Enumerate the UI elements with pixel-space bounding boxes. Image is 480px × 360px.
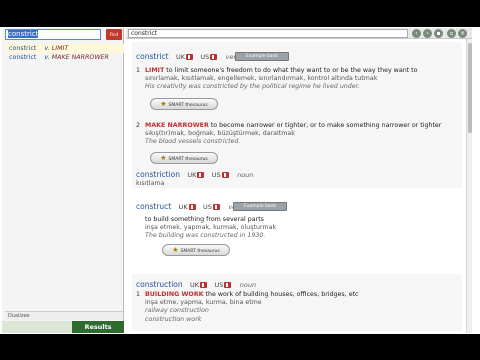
star-icon: ★: [160, 154, 167, 162]
definition: to limit someone's freedom to do what th…: [166, 67, 418, 74]
result-gloss: LIMIT: [51, 45, 69, 52]
tab-results[interactable]: Results: [72, 321, 124, 333]
search-row: constrict Find: [2, 28, 124, 41]
translation: inşa etme, yapma, kurma, bina etme: [145, 299, 262, 307]
entry-constrict-verb: constrict UK US verb Example bank 1 LIMI…: [132, 42, 462, 188]
region-us: US: [203, 203, 212, 211]
sense-1: 1 LIMIT to limit someone's freedom to do…: [136, 67, 456, 92]
copy-icon[interactable]: ▫: [447, 29, 456, 38]
headword: construction: [136, 280, 183, 289]
result-headword: constrict: [9, 45, 37, 52]
smart-label: SMART thesaurus: [168, 103, 208, 108]
speaker-uk-icon[interactable]: [185, 54, 193, 60]
speaker-us-icon[interactable]: [212, 204, 220, 210]
region-us: US: [214, 281, 224, 289]
forward-icon[interactable]: ›: [423, 29, 432, 38]
smart-thesaurus-button[interactable]: ★ SMART thesaurus: [162, 244, 230, 256]
letterbox-top: [0, 0, 480, 27]
speaker-uk-icon[interactable]: [188, 204, 196, 210]
back-icon[interactable]: ‹: [412, 29, 421, 38]
smart-label: SMART thesaurus: [180, 249, 220, 254]
sense-1: 1 BUILDING WORK the work of building hou…: [136, 291, 456, 324]
sense-number: 1: [136, 67, 141, 74]
headword-line: construction UK US noun: [136, 280, 256, 289]
definition: the work of building houses, offices, br…: [205, 291, 359, 298]
part-of-speech: noun: [237, 171, 254, 179]
translation: kısıtlama: [136, 180, 165, 187]
region-uk: UK: [187, 171, 197, 179]
speaker-us-icon[interactable]: [210, 54, 218, 60]
close-icon[interactable]: ×: [458, 29, 467, 38]
tab-bar: Results: [2, 321, 124, 333]
example-bank-button[interactable]: Example bank: [235, 52, 289, 61]
headword-line: constrict UK US verb: [136, 52, 240, 61]
result-headword: constrict: [9, 54, 37, 61]
print-icon[interactable]: ▪: [434, 29, 443, 38]
headword: constriction: [136, 170, 180, 179]
app-window: constrict Find constrict v. LIMIT constr…: [0, 0, 480, 360]
star-icon: ★: [172, 246, 179, 254]
sense-number: 2: [136, 122, 141, 129]
definition: to become narrower or tighter, or to mak…: [210, 122, 442, 129]
headword: construct: [136, 202, 172, 211]
region-us: US: [200, 53, 210, 61]
region-uk: UK: [178, 203, 188, 211]
result-item[interactable]: constrict v. MAKE NARROWER: [5, 53, 124, 62]
headword: constrict: [136, 52, 169, 61]
example: The building was constructed in 1930.: [145, 232, 266, 240]
result-item[interactable]: constrict v. LIMIT: [5, 44, 124, 53]
entry-construct-verb: construct UK US verb Example bank to bui…: [132, 192, 462, 272]
headword-line: constriction UK US noun: [136, 170, 253, 179]
results-pane: constrict Find constrict v. LIMIT constr…: [2, 28, 124, 333]
translation: sınırlamak, kısıtlamak, engellemek, sını…: [145, 75, 378, 83]
example: railway construction: [145, 307, 209, 315]
letterbox-bottom: [0, 334, 480, 360]
region-uk: UK: [190, 281, 200, 289]
translation: sıkış(tır)mak, boğmak, büzüştürmek, dara…: [145, 130, 295, 138]
sense-2: 2 MAKE NARROWER to become narrower or ti…: [136, 122, 456, 147]
entry-toolbar: constrict ‹ › ▪ ▫ ×: [126, 28, 472, 39]
entry-construction-noun: construction UK US noun 1 BUILDING WORK …: [132, 274, 462, 331]
speaker-uk-icon[interactable]: [197, 172, 205, 178]
speaker-us-icon[interactable]: [221, 172, 229, 178]
find-button[interactable]: Find: [106, 29, 122, 40]
result-pos: v.: [44, 53, 50, 61]
search-input[interactable]: constrict: [5, 29, 101, 40]
example: The blood vessels constricted.: [145, 138, 241, 146]
smart-label: SMART thesaurus: [168, 157, 208, 162]
smart-thesaurus-button[interactable]: ★ SMART thesaurus: [150, 152, 218, 164]
headword-line: construct UK US verb: [136, 202, 243, 211]
guideword: LIMIT: [145, 67, 165, 74]
result-pos: v.: [44, 44, 50, 52]
entry-content: constrict UK US verb Example bank 1 LIMI…: [132, 42, 462, 331]
smart-thesaurus-button[interactable]: ★ SMART thesaurus: [150, 98, 218, 110]
results-list: constrict v. LIMIT constrict v. MAKE NAR…: [5, 44, 124, 62]
translation: inşa etmek, yapmak, kurmak, oluşturmak: [145, 224, 277, 232]
example-bank-button[interactable]: Example bank: [233, 202, 287, 211]
guideword: BUILDING WORK: [145, 291, 204, 298]
constriction-translation: kısıtlama: [136, 180, 456, 188]
region-uk: UK: [175, 53, 185, 61]
star-icon: ★: [160, 100, 167, 108]
example: construction work: [145, 315, 202, 323]
speaker-uk-icon[interactable]: [200, 282, 208, 288]
search-input-value: constrict: [8, 30, 39, 38]
definition: to build something from several parts: [145, 216, 264, 223]
speaker-us-icon[interactable]: [224, 282, 232, 288]
scrollbar-thumb[interactable]: [468, 43, 472, 133]
part-of-speech: noun: [239, 281, 257, 289]
current-word-field[interactable]: constrict: [128, 29, 408, 38]
sense: to build something from several parts in…: [136, 216, 456, 241]
vertical-scrollbar[interactable]: [466, 39, 472, 333]
sense-number: 1: [136, 291, 141, 298]
status-bar: Dualizee: [5, 311, 123, 320]
entry-pane: constrict ‹ › ▪ ▫ × constrict UK US verb…: [126, 28, 472, 333]
example: His creativity was constricted by the po…: [145, 83, 360, 91]
region-us: US: [211, 171, 221, 179]
result-gloss: MAKE NARROWER: [51, 54, 109, 61]
guideword: MAKE NARROWER: [145, 122, 209, 129]
